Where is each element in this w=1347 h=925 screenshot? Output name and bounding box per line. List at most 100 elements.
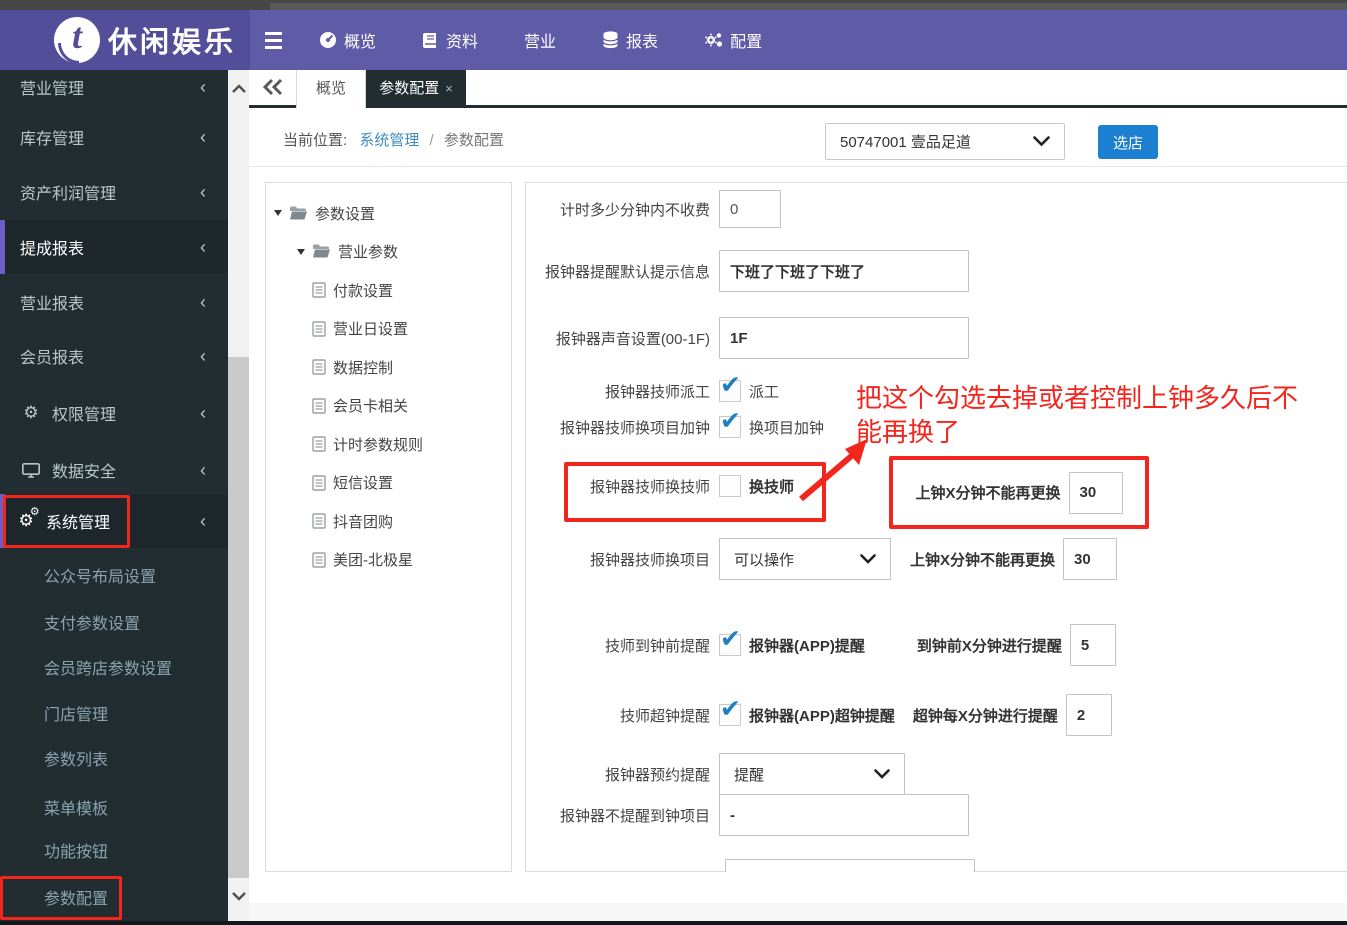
form-row-no-remind-items: 报钟器不提醒到钟项目 (532, 794, 969, 836)
tree-leaf-member-card[interactable]: 会员卡相关 (266, 387, 511, 426)
tree-leaf-meituan-polaris[interactable]: 美团-北极星 (266, 541, 511, 580)
store-select[interactable]: 50747001 壹品足道 (825, 123, 1065, 160)
sidebar-item-inventory-mgmt[interactable]: 库存管理 ‹ (0, 110, 228, 164)
dashboard-icon (320, 32, 336, 48)
nav-item-reports[interactable]: 报表 (579, 10, 681, 70)
scroll-up-icon[interactable] (228, 78, 249, 100)
sidebar-subitem-function-buttons[interactable]: 功能按钮 (0, 827, 228, 873)
sidebar-item-asset-profit-mgmt[interactable]: 资产利润管理 ‹ (0, 165, 228, 219)
nav-item-data[interactable]: 资料 (399, 10, 501, 70)
chevron-left-icon: ‹ (200, 510, 206, 531)
field-label: 报钟器技师换技师 (589, 478, 710, 496)
sidebar-subitem-store-mgmt[interactable]: 门店管理 (0, 690, 228, 736)
tree-leaf-sms-settings[interactable]: 短信设置 (266, 464, 511, 503)
sidebar-subitem-menu-template[interactable]: 菜单模板 (0, 784, 228, 830)
breadcrumb-link-system-mgmt[interactable]: 系统管理 (359, 132, 419, 149)
field-label: 报钟器提醒默认提示信息 (544, 263, 710, 281)
breadcrumb-prefix: 当前位置: (283, 132, 348, 149)
bottom-dark-bar (0, 921, 1347, 925)
field-label: 报钟器技师换项目 (589, 551, 710, 569)
nav-label: 概览 (344, 34, 377, 51)
annotation-line1: 把这个勾选去掉或者控制上钟多久后不 (856, 383, 1299, 413)
pick-store-button[interactable]: 选店 (1098, 125, 1158, 159)
sound-setting-input[interactable] (719, 317, 969, 359)
chevron-left-icon: ‹ (200, 402, 206, 423)
nav-item-overview[interactable]: 概览 (296, 10, 399, 70)
change-item-limit-input[interactable] (1063, 538, 1118, 580)
collapse-tabs-icon[interactable] (262, 78, 284, 101)
annotation-text: 把这个勾选去掉或者控制上钟多久后不 能再换了 (856, 381, 1326, 449)
sidebar-subitem-param-config[interactable]: 参数配置 (0, 874, 228, 920)
tab-param-config[interactable]: 参数配置 × (366, 70, 466, 108)
nav-item-business[interactable]: 营业 (501, 10, 579, 70)
field-label: 技师超钟提醒 (619, 707, 710, 725)
sidebar-item-business-reports[interactable]: 营业报表 ‹ (0, 275, 228, 329)
sidebar-item-label: 营业报表 (20, 296, 85, 313)
dispatch-checkbox[interactable]: ✔ (719, 371, 741, 402)
over-remind-minutes-input[interactable] (1065, 694, 1112, 736)
gears-icon (704, 33, 723, 47)
tree-leaf-label: 抖音团购 (333, 513, 394, 531)
sidebar: 营业管理 ‹ 库存管理 ‹ 资产利润管理 ‹ 提成报表 ‹ 营业报表 ‹ 会员报表 ‹ ⚙ … (0, 70, 228, 925)
change-item-select[interactable]: 可以操作 (719, 538, 891, 580)
browser-top-strip (0, 0, 1347, 10)
sidebar-subitem-cross-store-params[interactable]: 会员跨店参数设置 (0, 644, 228, 690)
scrollbar-thumb[interactable] (228, 357, 249, 878)
hamburger-icon[interactable] (250, 10, 296, 70)
form-row-sound-setting: 报钟器声音设置(00-1F) (532, 317, 969, 359)
sidebar-item-business-mgmt[interactable]: 营业管理 ‹ (0, 70, 228, 114)
sidebar-item-system-mgmt[interactable]: ⚙ ⚙ 系统管理 ‹ (0, 494, 228, 548)
form-row-free-minutes: 计时多少分钟内不收费 (532, 190, 781, 228)
free-minutes-input[interactable] (719, 190, 781, 228)
checkmark-icon: ✔ (720, 371, 741, 399)
main-content: 概览 参数配置 × 当前位置: 系统管理 / 参数配置 50747001 壹品足道… (249, 70, 1347, 925)
sidebar-item-label: 资产利润管理 (20, 186, 117, 203)
sidebar-subitem-param-list[interactable]: 参数列表 (0, 735, 228, 781)
change-tech-checkbox[interactable]: ✔ (719, 475, 741, 497)
brand-logo[interactable]: t 休闲娱乐 (0, 10, 250, 70)
sidebar-subitem-label: 公众号布局设置 (44, 569, 157, 586)
over-remind-checkbox[interactable]: ✔ (719, 695, 741, 726)
sidebar-subitem-payment-params[interactable]: 支付参数设置 (0, 599, 228, 645)
change-item-add-checkbox[interactable]: ✔ (719, 407, 741, 438)
nav-item-settings[interactable]: 配置 (681, 10, 785, 70)
tree-node-param-settings[interactable]: 参数设置 (266, 194, 511, 233)
sidebar-item-label: 系统管理 (46, 515, 111, 532)
page-scrollbar[interactable] (228, 70, 249, 921)
tree-leaf-business-day[interactable]: 营业日设置 (266, 310, 511, 349)
sidebar-subitem-label: 参数配置 (44, 891, 109, 908)
sidebar-item-commission-reports[interactable]: 提成报表 ‹ (0, 220, 228, 274)
form-row-over-remind: 技师超钟提醒 ✔ 报钟器(APP)超钟提醒 超钟每X分钟进行提醒 (532, 694, 1112, 736)
breadcrumb-separator: / (429, 132, 434, 149)
pre-remind-minutes-input[interactable] (1069, 624, 1116, 666)
tree-leaf-timing-rules[interactable]: 计时参数规则 (266, 425, 511, 464)
sidebar-item-data-security[interactable]: 数据安全 ‹ (0, 443, 228, 497)
close-tab-icon[interactable]: × (445, 81, 453, 96)
field-label: 报钟器预约提醒 (604, 766, 710, 784)
sidebar-subitem-label: 支付参数设置 (44, 616, 141, 633)
file-icon (312, 436, 326, 452)
tree-node-business-params[interactable]: 营业参数 (266, 233, 511, 272)
file-icon (312, 398, 326, 414)
field-label: 报钟器不提醒到钟项目 (559, 807, 710, 825)
scroll-down-icon[interactable] (228, 885, 249, 907)
sidebar-item-permission-mgmt[interactable]: ⚙ 权限管理 ‹ (0, 386, 228, 440)
change-tech-limit-input[interactable] (1068, 471, 1123, 514)
chevron-left-icon: ‹ (200, 236, 206, 257)
tab-overview[interactable]: 概览 (296, 70, 366, 108)
booking-remind-select[interactable]: 提醒 (719, 753, 905, 795)
sidebar-subitem-official-account-layout[interactable]: 公众号布局设置 (0, 552, 228, 598)
gear-icon: ⚙ (23, 403, 39, 422)
tree-leaf-label: 美团-北极星 (333, 552, 413, 570)
no-remind-items-input[interactable] (719, 794, 969, 836)
sidebar-item-member-reports[interactable]: 会员报表 ‹ (0, 329, 228, 383)
pre-remind-checkbox[interactable]: ✔ (719, 625, 741, 656)
tree-leaf-payment-settings[interactable]: 付款设置 (266, 271, 511, 310)
tree-leaf-douyin-group[interactable]: 抖音团购 (266, 502, 511, 541)
clipped-input[interactable] (725, 859, 975, 872)
app-window: t 休闲娱乐 概览 资料 营业 报表 配置 营业管理 ‹ 库存管理 ‹ 资产利润… (0, 0, 1347, 925)
tree-node-label: 参数设置 (315, 205, 376, 223)
file-icon (312, 513, 326, 529)
default-message-input[interactable] (719, 250, 969, 292)
tree-leaf-data-control[interactable]: 数据控制 (266, 348, 511, 387)
